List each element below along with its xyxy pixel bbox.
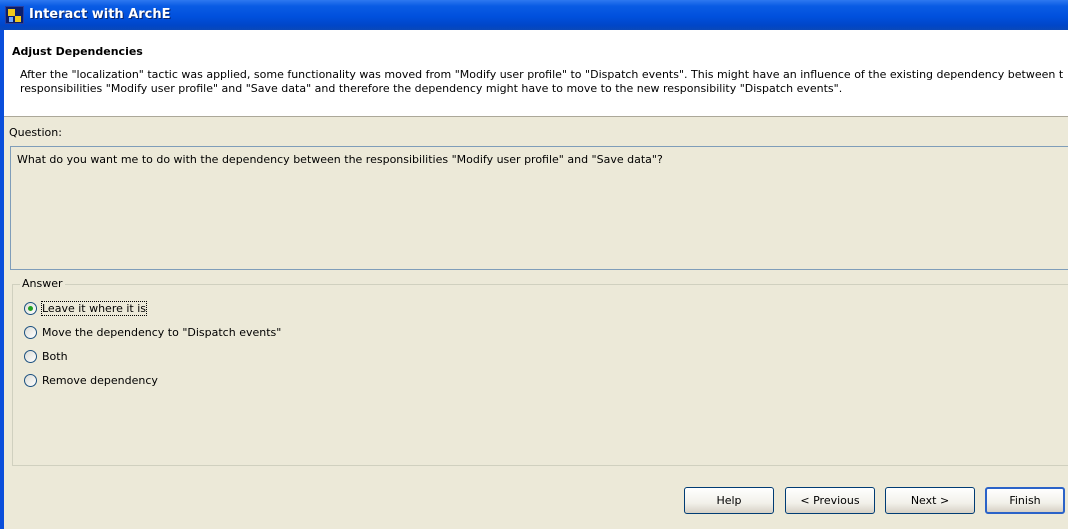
answer-option-label[interactable]: Leave it where it is	[40, 301, 148, 316]
answer-group: Answer Leave it where it is Move the dep…	[12, 277, 1068, 466]
radio-button-selected[interactable]	[24, 302, 37, 315]
wizard-header: Adjust Dependencies After the "localizat…	[4, 30, 1068, 117]
radio-button[interactable]	[24, 326, 37, 339]
question-text-area[interactable]: What do you want me to do with the depen…	[10, 146, 1068, 270]
window-titlebar[interactable]: Interact with ArchE	[0, 0, 1068, 30]
finish-button[interactable]: Finish	[985, 487, 1065, 514]
next-button[interactable]: Next >	[885, 487, 975, 514]
page-title: Adjust Dependencies	[12, 45, 143, 58]
arche-app-icon	[5, 6, 24, 24]
window-title: Interact with ArchE	[29, 7, 171, 22]
question-label: Question:	[9, 126, 62, 139]
help-button[interactable]: Help	[684, 487, 774, 514]
radio-dot-icon	[28, 306, 33, 311]
page-description: After the "localization" tactic was appl…	[20, 68, 1068, 96]
answer-legend: Answer	[20, 277, 65, 290]
question-text: What do you want me to do with the depen…	[17, 153, 663, 166]
radio-button[interactable]	[24, 374, 37, 387]
description-line-1: After the "localization" tactic was appl…	[20, 68, 1064, 81]
answer-option-label[interactable]: Remove dependency	[42, 374, 158, 387]
description-line-2: responsibilities "Modify user profile" a…	[20, 82, 843, 95]
answer-option-label[interactable]: Both	[42, 350, 68, 363]
answer-option-label[interactable]: Move the dependency to "Dispatch events"	[42, 326, 281, 339]
previous-button[interactable]: < Previous	[785, 487, 875, 514]
radio-button[interactable]	[24, 350, 37, 363]
